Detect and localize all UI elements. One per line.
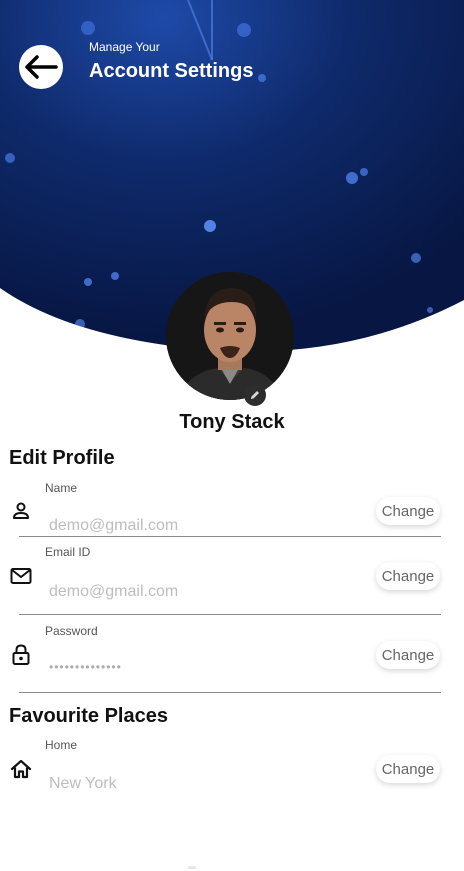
page-title: Account Settings xyxy=(89,60,254,82)
name-field-label: Name xyxy=(45,481,78,495)
pencil-icon xyxy=(251,391,259,399)
email-field[interactable]: demo@gmail.com xyxy=(49,583,178,601)
password-field-label: Password xyxy=(45,624,98,638)
name-divider xyxy=(19,536,441,537)
email-field-label: Email ID xyxy=(45,545,91,559)
edit-avatar-button[interactable] xyxy=(244,384,266,406)
email-divider xyxy=(19,614,441,615)
mail-icon xyxy=(10,568,32,584)
home-icon xyxy=(10,759,32,779)
avatar xyxy=(166,272,294,400)
header-subtitle: Manage Your xyxy=(89,40,160,54)
password-field[interactable]: •••••••••••••• xyxy=(49,660,122,674)
change-password-button[interactable]: Change xyxy=(376,641,440,669)
favourite-places-title: Favourite Places xyxy=(9,705,168,727)
back-button[interactable] xyxy=(19,45,63,89)
home-field-label: Home xyxy=(45,738,78,752)
home-field[interactable]: New York xyxy=(49,775,117,793)
edit-profile-title: Edit Profile xyxy=(9,447,115,469)
name-field[interactable]: demo@gmail.com xyxy=(49,517,178,535)
change-home-button[interactable]: Change xyxy=(376,755,440,783)
password-divider xyxy=(19,692,441,693)
scroll-indicator xyxy=(188,866,196,869)
profile-name: Tony Stack xyxy=(179,411,285,433)
arrow-left-icon xyxy=(25,55,58,79)
person-icon xyxy=(13,502,29,519)
change-email-button[interactable]: Change xyxy=(376,562,440,590)
avatar-portrait xyxy=(166,272,294,400)
change-name-button[interactable]: Change xyxy=(376,497,440,525)
lock-icon xyxy=(12,644,30,665)
